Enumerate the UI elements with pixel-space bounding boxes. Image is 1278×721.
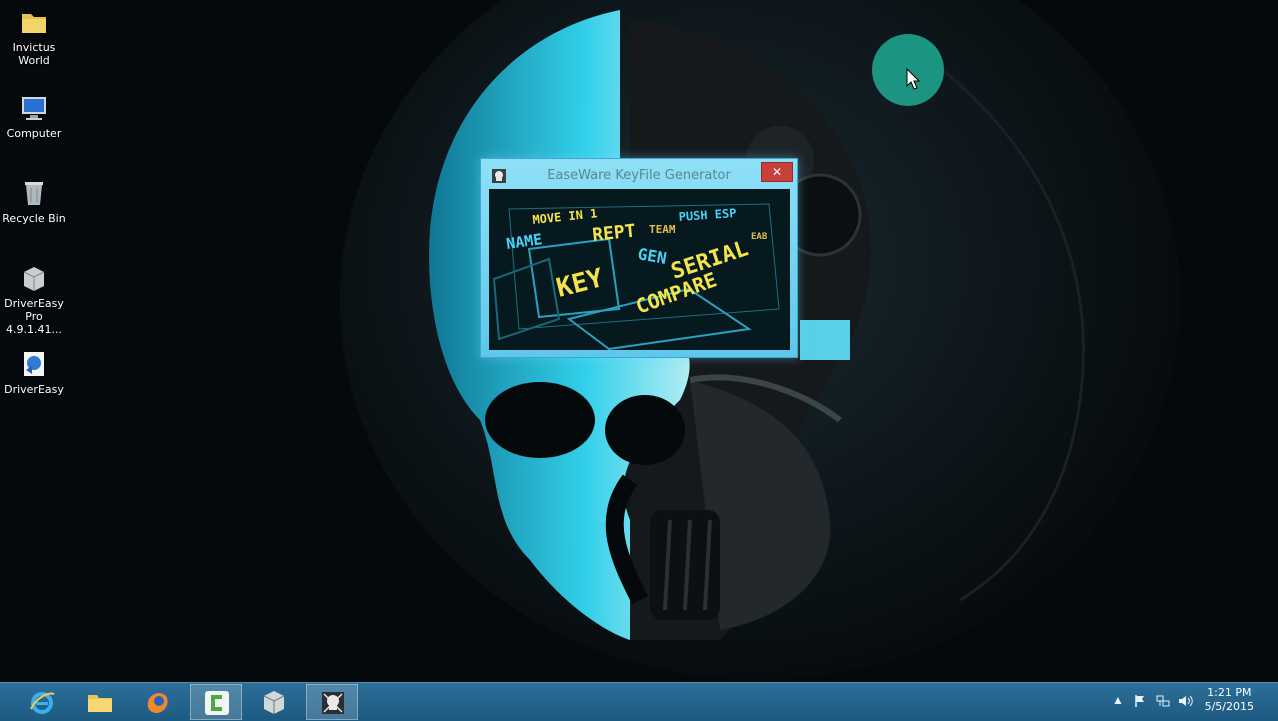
recycle-bin-icon (25, 182, 43, 205)
mouse-cursor-icon (906, 68, 920, 90)
window-title: EaseWare KeyFile Generator (547, 168, 731, 183)
taskbar-keygen[interactable] (306, 684, 358, 720)
keygen-banner: MOVE IN 1 NAME REPT TEAM PUSH ESP GEN KE… (489, 189, 790, 350)
camtasia-icon (205, 691, 229, 715)
desktop-icon-recycle-bin[interactable]: Recycle Bin (0, 177, 68, 225)
firefox-icon (147, 691, 169, 713)
network-icon[interactable] (1156, 694, 1170, 708)
taskbar-installer[interactable] (248, 684, 300, 720)
desktop-icon-label: DriverEasy Pro 4.9.1.41... (4, 297, 64, 336)
installer-box-icon (23, 267, 45, 291)
volume-icon[interactable] (1178, 694, 1194, 708)
desktop-icon-label: DriverEasy (4, 383, 64, 396)
taskbar-file-explorer[interactable] (74, 684, 126, 720)
banner-word: EAB (751, 232, 768, 242)
window-titlebar[interactable]: EaseWare KeyFile Generator ✕ (481, 159, 797, 189)
keyfile-generator-window[interactable]: EaseWare KeyFile Generator ✕ MOVE IN 1 N… (480, 158, 798, 358)
clock-time: 1:21 PM (1207, 686, 1252, 699)
internet-explorer-icon (30, 692, 55, 714)
taskbar-clock[interactable]: 1:21 PM 5/5/2015 (1205, 686, 1254, 714)
taskbar-camtasia[interactable] (190, 684, 242, 720)
desktop-icon-label: Computer (6, 127, 62, 140)
neon-banner-art: MOVE IN 1 NAME REPT TEAM PUSH ESP GEN KE… (489, 189, 790, 350)
file-explorer-icon (88, 695, 112, 712)
desktop-icon-drivereasy[interactable]: DriverEasy (0, 348, 68, 396)
taskbar (0, 682, 1278, 721)
taskbar-internet-explorer[interactable] (16, 684, 68, 720)
folder-icon (22, 14, 46, 33)
drivereasy-shortcut-icon (24, 352, 44, 376)
action-center-flag-icon[interactable] (1134, 694, 1146, 708)
banner-word: TEAM (649, 223, 676, 236)
desktop-icon-label: Invictus World (12, 41, 56, 67)
desktop-icon-label: Recycle Bin (2, 212, 66, 225)
desktop-icon-invictus-world[interactable]: Invictus World (0, 6, 68, 67)
clock-date: 5/5/2015 (1204, 700, 1254, 713)
computer-icon (22, 97, 46, 120)
show-hidden-icons-icon[interactable]: ▲ (1112, 693, 1124, 707)
taskbar-firefox[interactable] (132, 684, 184, 720)
desktop-icon-computer[interactable]: Computer (0, 92, 68, 140)
close-button[interactable]: ✕ (761, 162, 793, 182)
desktop-icon-drivereasy-pro-installer[interactable]: DriverEasy Pro 4.9.1.41... (0, 262, 68, 336)
keygen-icon (322, 692, 344, 714)
installer-box-icon (263, 691, 285, 714)
